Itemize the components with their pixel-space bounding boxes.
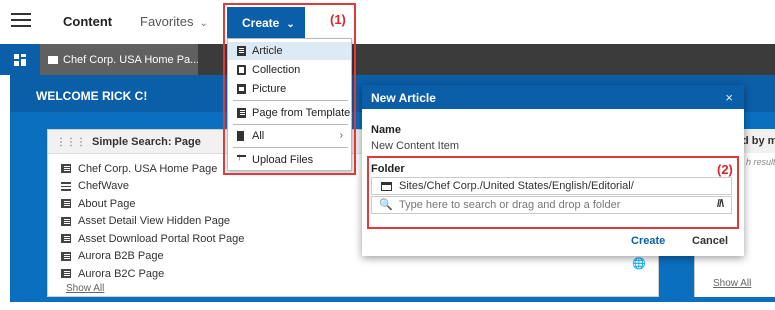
simple-search-title: Simple Search: Page — [92, 136, 201, 148]
menu-item-label: All — [252, 130, 265, 142]
hamburger-menu-icon[interactable] — [11, 13, 31, 29]
create-menu: Article Collection Picture Page from Tem… — [227, 38, 352, 171]
menu-divider — [233, 124, 348, 125]
page-icon — [61, 199, 71, 209]
list-item-label: Asset Download Portal Root Page — [78, 232, 245, 245]
chevron-down-icon: ⌄ — [286, 19, 295, 30]
list-item-label: Aurora B2C Page — [78, 267, 165, 280]
nav-content[interactable]: Content — [63, 14, 112, 29]
top-bar: Content Favorites ⌄ Create ⌄ (1) — [0, 0, 775, 44]
folder-search-placeholder: Type here to search or drag and drop a f… — [399, 199, 621, 211]
folder-path: Sites/Chef Corp./United States/English/E… — [399, 180, 634, 192]
page-tab[interactable]: Chef Corp. USA Home Pa... — [40, 44, 198, 75]
page-icon — [61, 216, 71, 226]
menu-item-page-from-template[interactable]: Page from Template — [228, 104, 351, 122]
menu-item-label: Picture — [252, 83, 287, 95]
list-item-label: Asset Detail View Hidden Page — [78, 215, 231, 228]
menu-icon — [61, 181, 71, 191]
browse-folders-icon[interactable]: //\ — [717, 198, 724, 210]
chevron-down-icon: ⌄ — [199, 18, 208, 29]
page-icon — [48, 56, 58, 64]
menu-item-collection[interactable]: Collection — [228, 61, 351, 79]
tab-bar: Chef Corp. USA Home Pa... — [0, 44, 775, 75]
page-icon — [61, 251, 71, 261]
menu-divider — [233, 100, 348, 101]
collection-icon — [237, 65, 246, 75]
globe-icon[interactable]: 🌐 — [632, 257, 646, 270]
dialog-title: New Article — [371, 91, 436, 105]
page-tab-label: Chef Corp. USA Home Pa... — [63, 54, 198, 66]
menu-item-label: Page from Template — [252, 107, 351, 119]
dialog-header: New Article × — [362, 85, 744, 109]
create-button[interactable]: Create ⌄ — [227, 7, 305, 38]
menu-item-label: Article — [252, 45, 283, 57]
menu-item-label: Upload Files — [252, 154, 314, 166]
all-icon — [237, 131, 244, 141]
article-icon — [237, 46, 246, 56]
dashboard-grid-icon — [14, 54, 26, 66]
name-value[interactable]: New Content Item — [371, 140, 459, 152]
picture-icon — [237, 84, 246, 94]
search-icon: 🔍 — [379, 199, 393, 211]
list-item-label: Chef Corp. USA Home Page — [78, 162, 218, 175]
list-item[interactable]: Aurora B2C Page — [61, 265, 658, 283]
dashboard-tab[interactable] — [0, 44, 40, 75]
nav-favorites-label: Favorites — [140, 14, 194, 29]
page-icon — [61, 164, 71, 174]
close-icon[interactable]: × — [725, 90, 733, 105]
nav-favorites[interactable]: Favorites ⌄ — [140, 14, 208, 29]
name-label: Name — [371, 124, 401, 136]
menu-item-picture[interactable]: Picture — [228, 80, 351, 98]
menu-item-all[interactable]: All › — [228, 127, 351, 145]
list-item-label: ChefWave — [78, 180, 129, 193]
menu-item-label: Collection — [252, 64, 301, 76]
welcome-heading: WELCOME RICK C! — [36, 89, 148, 103]
page-icon — [61, 234, 71, 244]
folder-path-field[interactable]: Sites/Chef Corp./United States/English/E… — [371, 177, 732, 195]
annotation-label-2: (2) — [717, 162, 733, 177]
template-icon — [237, 108, 246, 118]
annotation-label-1: (1) — [330, 12, 346, 27]
upload-icon — [237, 152, 246, 165]
list-item-label: About Page — [78, 197, 136, 210]
menu-item-upload-files[interactable]: Upload Files — [228, 151, 351, 169]
cancel-button[interactable]: Cancel — [692, 235, 728, 247]
menu-divider — [233, 147, 348, 148]
chevron-right-icon: › — [339, 130, 343, 141]
menu-item-article[interactable]: Article — [228, 42, 351, 60]
page-icon — [61, 269, 71, 279]
folder-search-input[interactable]: 🔍 Type here to search or drag and drop a … — [371, 196, 732, 214]
folder-label: Folder — [371, 163, 405, 175]
new-article-dialog: New Article × Name New Content Item Fold… — [362, 85, 744, 256]
list-item-label: Aurora B2B Page — [78, 250, 164, 263]
show-all-link[interactable]: Show All — [713, 278, 751, 289]
folder-icon — [381, 182, 392, 191]
create-button[interactable]: Create — [631, 235, 665, 247]
create-button-label: Create — [242, 16, 280, 30]
show-all-link[interactable]: Show All — [66, 283, 658, 294]
drag-handle-icon[interactable]: ⋮⋮⋮ — [56, 137, 86, 148]
